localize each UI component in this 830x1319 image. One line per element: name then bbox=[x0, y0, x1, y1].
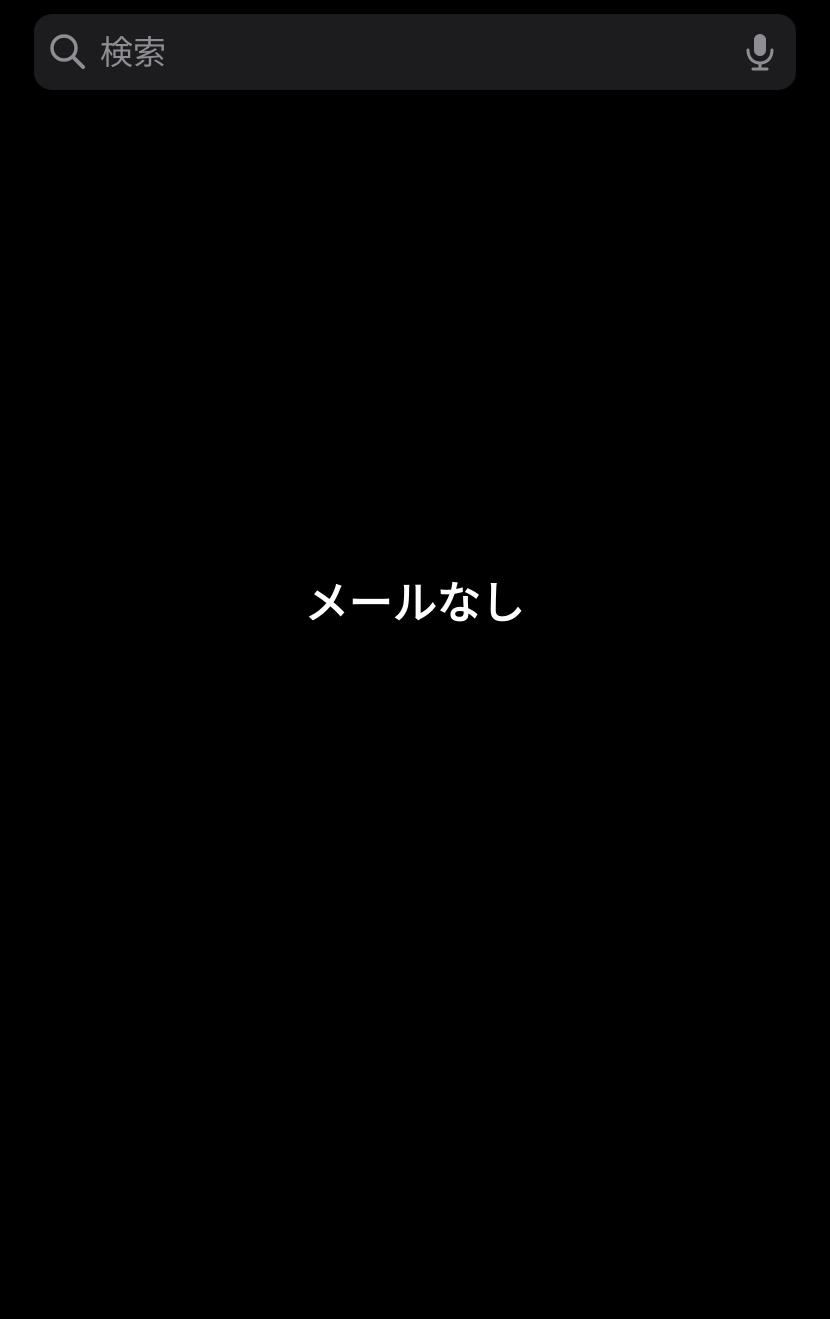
search-bar[interactable] bbox=[34, 14, 796, 90]
search-input[interactable] bbox=[100, 24, 720, 80]
mail-screen: メールなし bbox=[0, 0, 830, 1319]
search-icon bbox=[48, 32, 88, 72]
empty-mailbox-message: メールなし bbox=[305, 578, 525, 629]
microphone-icon[interactable] bbox=[742, 32, 778, 72]
